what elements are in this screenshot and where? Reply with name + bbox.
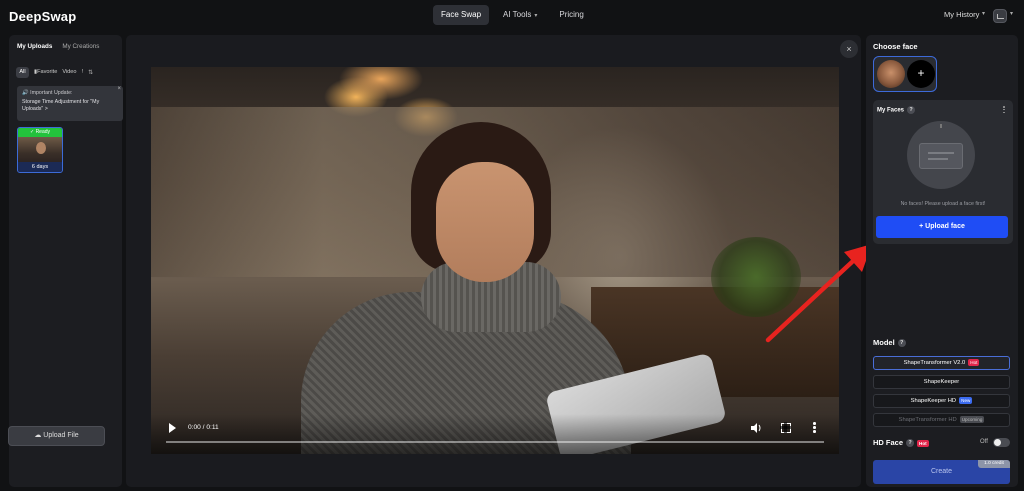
face-avatar[interactable] [877,60,905,88]
uploaded-video-thumbnail[interactable]: ✓ Ready 6 days [17,127,63,173]
video-time: 0:00 / 0:11 [188,424,219,431]
notice-heading: 🔊 Important Update: [22,90,118,96]
filter-favorite-label: Favorite [37,69,58,75]
upload-filters: All ▮Favorite Video ! ⇅ [16,67,93,78]
card-icon [919,143,963,169]
hot-badge: Hot [917,439,929,447]
nav-face-swap[interactable]: Face Swap [433,5,490,25]
model-option-label: ShapeKeeper HD [910,398,957,404]
help-icon[interactable]: ? [897,339,906,348]
video-player[interactable] [151,67,839,454]
model-title-text: Model [873,338,895,347]
my-faces-title-text: My Faces [877,107,905,114]
storage-notice[interactable]: 🔊 Important Update: Storage Time Adjustm… [17,86,123,121]
fullscreen-icon[interactable] [780,422,791,433]
empty-faces-illustration [907,121,975,189]
annotation-arrow-icon [765,244,872,343]
chevron-down-icon: ▾ [982,11,986,17]
model-option-shapekeeper-hd[interactable]: ShapeKeeper HD New [873,394,1010,408]
my-faces-title: My Faces? [877,106,916,114]
illustration-mark [940,124,942,128]
top-bar: DeepSwap Face Swap AI Tools ▾ Pricing My … [0,0,1024,32]
volume-icon[interactable] [751,423,762,433]
video-controls: 0:00 / 0:11 [151,414,839,454]
app-logo[interactable]: DeepSwap [9,9,76,24]
filter-favorite[interactable]: ▮Favorite [34,67,57,78]
uploads-panel: My Uploads My Creations All ▮Favorite Vi… [9,35,123,487]
empty-faces-message: No faces! Please upload a face first! [900,201,986,207]
more-options-icon[interactable] [813,422,816,434]
help-icon[interactable]: ? [907,106,916,114]
uploads-tabs: My Uploads My Creations [17,43,99,50]
chevron-down-icon: ▾ [1010,11,1014,17]
close-icon[interactable]: × [117,86,121,92]
new-badge: New [959,396,973,404]
selected-face-chip[interactable]: + [873,56,937,92]
nav-pricing-label: Pricing [559,10,584,19]
model-option-label: ShapeTransformer V2.0 [903,360,966,366]
ready-badge: ✓ Ready [18,128,62,137]
filter-all[interactable]: All [16,67,29,78]
sort-icon[interactable]: ⇅ [88,69,93,76]
upcoming-badge: Upcoming [959,415,985,423]
plus-icon: + [917,66,925,80]
notice-body: Storage Time Adjustment for "My Uploads"… [22,99,100,112]
close-preview-button[interactable]: × [840,40,858,58]
expiry-label: 6 days [18,162,62,172]
model-option-label: ShapeKeeper [923,379,960,385]
video-progress-bar[interactable] [166,441,824,443]
more-options-icon[interactable] [1003,106,1006,115]
model-title: Model? [873,338,906,348]
help-icon[interactable]: ? [906,439,915,448]
ready-badge-label: Ready [35,129,51,135]
play-icon[interactable] [169,423,176,433]
check-icon: ✓ [29,129,35,135]
account-avatar[interactable] [993,9,1007,23]
credit-badge: 1.0 credit [978,460,1010,468]
model-option-shapekeeper[interactable]: ShapeKeeper [873,375,1010,389]
tab-my-uploads[interactable]: My Uploads [17,43,52,50]
upload-file-button[interactable]: ☁ Upload File [8,426,105,446]
cloud-upload-icon: ☁ [34,432,42,439]
add-face-button[interactable]: + [907,60,935,88]
hot-badge: Hot [968,358,980,366]
speaker-icon: 🔊 [22,90,29,96]
subject-face [436,162,534,282]
nav-pricing[interactable]: Pricing [551,5,591,25]
nav-face-swap-label: Face Swap [441,10,482,19]
model-option-shapetransformer-v2[interactable]: ShapeTransformer V2.0 Hot [873,356,1010,370]
chevron-down-icon: ▾ [534,13,538,19]
my-history-menu[interactable]: My History [944,10,979,19]
main-nav: Face Swap AI Tools ▾ Pricing [433,5,592,25]
hd-face-title: HD Face? Hot [873,438,929,448]
close-icon: × [846,44,852,54]
nav-ai-tools-label: AI Tools [503,10,532,19]
model-option-shapetransformer-hd: ShapeTransformer HD Upcoming [873,413,1010,427]
hd-face-toggle[interactable] [993,438,1010,447]
model-option-label: ShapeTransformer HD [898,417,957,423]
tab-my-creations[interactable]: My Creations [62,43,99,50]
filter-video[interactable]: Video [62,67,76,78]
filter-info[interactable]: ! [82,67,84,78]
hd-face-state: Off [980,439,988,445]
upload-face-button[interactable]: + Upload face [876,216,1008,238]
thumbnail-image [18,137,62,164]
choose-face-title: Choose face [873,42,918,51]
upload-file-label: Upload File [43,432,79,439]
notice-heading-text: Important Update: [30,90,73,96]
hd-face-title-text: HD Face [873,438,904,447]
nav-ai-tools[interactable]: AI Tools ▾ [495,5,545,25]
